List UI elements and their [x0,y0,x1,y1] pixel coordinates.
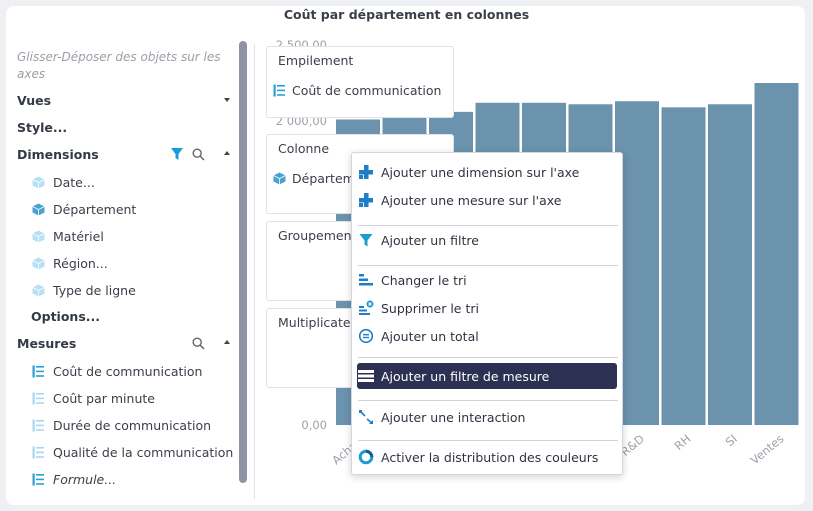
bar[interactable] [661,107,706,425]
measure-label: Coût de communication [53,363,203,379]
cube-icon [32,176,45,188]
measure-icon [32,419,44,431]
dimensions-header[interactable]: Dimensions [17,147,99,162]
menu-item-change-sort[interactable]: Changer le tri [357,267,617,293]
menu-item-add-interaction[interactable]: Ajouter une interaction [357,404,617,430]
add-plus-icon [359,193,373,207]
menu-item-add-filter[interactable]: Ajouter un filtre [357,227,617,253]
menu-item-add-dimension[interactable]: Ajouter une dimension sur l'axe [357,159,617,185]
dimension-type-de-ligne[interactable]: Type de ligne [32,281,136,299]
menu-item-label: Ajouter un filtre de mesure [381,368,550,384]
add-plus-icon [359,165,373,179]
vues-collapse-caret-icon[interactable] [224,98,230,102]
menu-item-add-total[interactable]: Ajouter un total [357,323,617,349]
dimension-label: Date... [53,174,95,190]
dropzone-label: Groupement [278,228,357,243]
measure-icon [32,446,44,458]
measure-qualite-de-la-communication[interactable]: Qualité de la communication [32,443,233,461]
filter-icon [359,234,373,247]
mesures-collapse-caret-icon[interactable] [224,340,230,344]
bar[interactable] [708,104,752,425]
menu-item-add-measure-filter[interactable]: Ajouter un filtre de mesure [357,363,617,389]
menu-item-add-measure[interactable]: Ajouter une mesure sur l'axe [357,187,617,213]
dimension-label: Type de ligne [53,282,136,298]
object-panel: Glisser-Déposer des objets sur les axes … [6,40,238,500]
y-tick-label: 0,00 [301,418,327,432]
cube-icon [273,172,286,185]
menu-separator [358,440,618,441]
style-link[interactable]: Style... [17,120,67,135]
menu-item-label: Ajouter un filtre [381,232,479,248]
empilement-measure-chip[interactable]: Coût de communication [273,83,441,98]
dropzone-label: Empilement [278,53,354,68]
menu-item-remove-sort[interactable]: Supprimer le tri [357,295,617,321]
empilement-dropzone[interactable]: Empilement Coût de communication [266,46,454,118]
total-icon [358,328,374,344]
bar[interactable] [754,83,799,425]
menu-separator [358,225,618,226]
menu-separator [358,400,618,401]
menu-item-label: Supprimer le tri [381,300,479,316]
panel-divider [254,44,255,499]
menu-item-label: Ajouter une mesure sur l'axe [381,192,562,208]
measure-icon [32,392,44,404]
chip-label: Coût de communication [292,83,442,98]
color-distribution-icon [358,449,374,465]
options-link[interactable]: Options... [31,309,100,324]
dropzone-label: Colonne [278,141,330,156]
dimension-label: Département [53,201,137,217]
dimension-label: Matériel [53,228,104,244]
menu-separator [358,265,618,266]
measure-filter-icon [358,370,374,382]
x-tick-label: SI [723,432,740,450]
sort-icon [359,274,373,286]
menu-separator [358,357,618,358]
cube-icon [32,257,45,269]
menu-item-label: Ajouter un total [381,328,479,344]
x-tick-label: Ventes [748,432,787,468]
measure-icon [32,365,44,377]
cube-icon [32,203,45,215]
menu-item-label: Changer le tri [381,272,467,288]
dimension-label: Région... [53,255,108,271]
measure-cout-par-minute[interactable]: Coût par minute [32,389,155,407]
cube-icon [32,230,45,242]
menu-item-label: Ajouter une dimension sur l'axe [381,164,580,180]
panel-scrollbar[interactable] [239,41,247,483]
search-icon[interactable] [192,148,205,161]
dimension-materiel[interactable]: Matériel [32,227,104,245]
dimension-departement[interactable]: Département [32,200,136,218]
dimension-region[interactable]: Région... [32,254,108,272]
measure-duree-de-communication[interactable]: Durée de communication [32,416,211,434]
menu-item-label: Activer la distribution des couleurs [381,449,599,465]
dimensions-collapse-caret-icon[interactable] [224,151,230,155]
context-menu: Ajouter une dimension sur l'axe Ajouter … [351,152,623,475]
measure-formule[interactable]: Formule... [32,470,116,488]
measure-label: Formule... [53,471,117,487]
filter-icon[interactable] [170,147,184,161]
measure-label: Durée de communication [53,417,212,433]
measure-cout-de-communication[interactable]: Coût de communication [32,362,202,380]
measure-icon [32,473,44,485]
dimension-date[interactable]: Date... [32,173,95,191]
measure-label: Coût par minute [53,390,155,406]
drag-drop-hint: Glisser-Déposer des objets sur les axes [17,50,221,81]
measure-icon [273,84,285,97]
interaction-icon [359,410,373,424]
measure-label: Qualité de la communication [53,444,234,460]
cube-icon [32,284,45,296]
menu-item-color-distribution[interactable]: Activer la distribution des couleurs [357,444,617,470]
search-icon[interactable] [192,337,205,350]
vues-header[interactable]: Vues [17,93,51,108]
menu-item-label: Ajouter une interaction [381,409,526,425]
x-tick-label: RH [672,432,694,453]
remove-sort-icon [359,300,374,315]
mesures-header[interactable]: Mesures [17,336,76,351]
